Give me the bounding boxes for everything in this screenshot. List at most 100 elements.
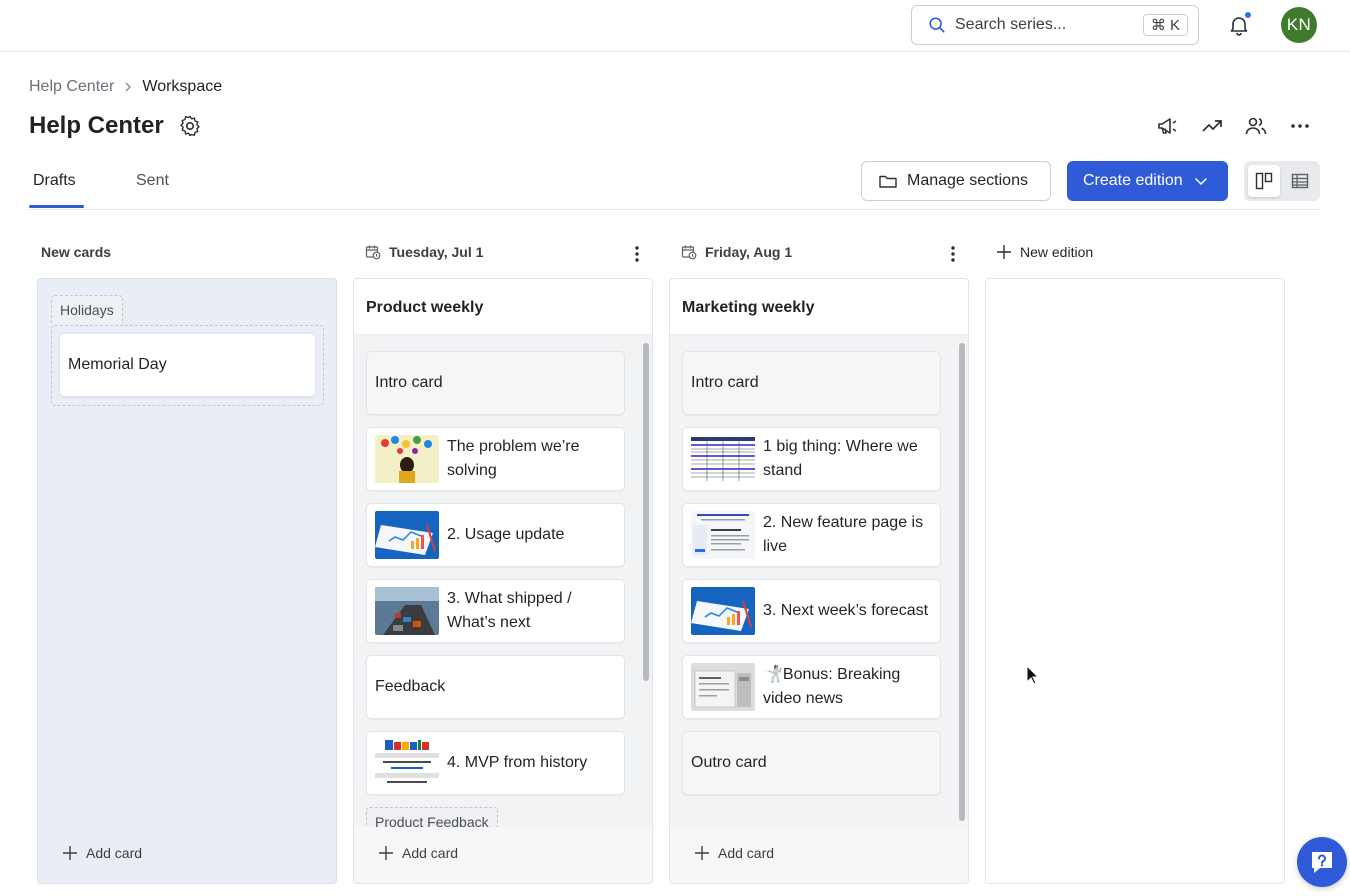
table-view-button[interactable] bbox=[1284, 165, 1316, 197]
breadcrumb-parent[interactable]: Help Center bbox=[29, 78, 114, 96]
card-title: 4. MVP from history bbox=[447, 754, 588, 771]
board-view-icon bbox=[1255, 172, 1273, 190]
add-card-button[interactable]: Add card bbox=[62, 845, 142, 861]
card-thumbnail bbox=[691, 511, 755, 559]
edition-lane-product-weekly: Product weekly Intro card The problem we… bbox=[353, 278, 653, 884]
mouse-cursor-icon bbox=[1026, 665, 1040, 685]
card-title: 🤺Bonus: Breaking video news bbox=[763, 666, 901, 707]
scrollbar[interactable] bbox=[643, 343, 649, 821]
more-horizontal-icon[interactable] bbox=[1288, 114, 1312, 138]
card-thumbnail bbox=[375, 435, 439, 483]
card-forecast[interactable]: 3. Next week’s forecast bbox=[682, 579, 941, 643]
breadcrumb-current: Workspace bbox=[142, 78, 223, 95]
calendar-clock-icon bbox=[365, 245, 381, 260]
chevron-down-icon bbox=[1194, 177, 1207, 186]
search-input[interactable]: Search series... ⌘ K bbox=[911, 5, 1199, 45]
plus-icon bbox=[63, 846, 77, 860]
edition-title[interactable]: Marketing weekly bbox=[670, 279, 968, 335]
plus-icon bbox=[379, 846, 393, 860]
table-view-icon bbox=[1291, 173, 1309, 189]
edition-title[interactable]: Product weekly bbox=[354, 279, 652, 335]
card-thumbnail bbox=[691, 435, 755, 483]
card-problem[interactable]: The problem we’re solving bbox=[366, 427, 625, 491]
view-toggle bbox=[1244, 161, 1320, 201]
add-card-label: Add card bbox=[86, 845, 143, 861]
edition-card-list: Intro card 1 big thing: Where we stand 2… bbox=[670, 335, 968, 827]
column-title: New cards bbox=[41, 244, 112, 260]
manage-sections-button[interactable]: Manage sections bbox=[861, 161, 1051, 201]
folder-icon bbox=[879, 175, 897, 188]
active-tab-indicator bbox=[29, 205, 84, 208]
add-card-button[interactable]: Add card bbox=[694, 845, 774, 861]
manage-sections-label: Manage sections bbox=[907, 172, 1028, 189]
edition-lane-marketing-weekly: Marketing weekly Intro card 1 big thing:… bbox=[669, 278, 969, 884]
card-title: Intro card bbox=[691, 374, 759, 391]
board-view-button[interactable] bbox=[1248, 165, 1280, 197]
add-card-button[interactable]: Add card bbox=[378, 845, 458, 861]
scroll-thumb[interactable] bbox=[959, 343, 965, 821]
card-thumbnail bbox=[691, 663, 755, 711]
card-intro[interactable]: Intro card bbox=[682, 351, 941, 415]
search-icon bbox=[929, 17, 945, 33]
plus-icon bbox=[997, 245, 1011, 259]
chevron-right-icon bbox=[125, 82, 132, 92]
card-thumbnail bbox=[375, 739, 439, 787]
add-card-label: Add card bbox=[718, 845, 775, 861]
new-edition-lane[interactable] bbox=[985, 278, 1285, 884]
card-bonus-video[interactable]: 🤺Bonus: Breaking video news bbox=[682, 655, 941, 719]
card-feedback[interactable]: Feedback bbox=[366, 655, 625, 719]
more-vertical-icon[interactable] bbox=[943, 244, 963, 264]
card-title: 2. New feature page is live bbox=[763, 514, 924, 555]
help-chat-icon bbox=[1312, 852, 1332, 873]
create-edition-label: Create edition bbox=[1083, 172, 1183, 189]
card-what-shipped[interactable]: 3. What shipped / What’s next bbox=[366, 579, 625, 643]
calendar-clock-icon bbox=[681, 245, 697, 260]
notification-dot bbox=[1244, 11, 1252, 19]
card-title: Feedback bbox=[375, 678, 446, 695]
avatar[interactable]: KN bbox=[1281, 7, 1317, 43]
card-memorial-day[interactable]: Memorial Day bbox=[59, 333, 316, 397]
card-title: 3. Next week’s forecast bbox=[763, 602, 929, 619]
card-title: The problem we’re solving bbox=[447, 438, 580, 479]
tab-sent[interactable]: Sent bbox=[136, 172, 169, 190]
group-label-holidays[interactable]: Holidays bbox=[51, 295, 123, 324]
megaphone-icon[interactable] bbox=[1156, 114, 1180, 138]
plus-icon bbox=[695, 846, 709, 860]
add-card-label: Add card bbox=[402, 845, 459, 861]
column-header-edition1[interactable]: Tuesday, Jul 1 bbox=[365, 244, 483, 260]
card-outro[interactable]: Outro card bbox=[682, 731, 941, 795]
card-thumbnail bbox=[375, 511, 439, 559]
people-icon[interactable] bbox=[1244, 114, 1268, 138]
group-label-product-feedback[interactable]: Product Feedback bbox=[366, 807, 498, 827]
card-mvp-history[interactable]: 4. MVP from history bbox=[366, 731, 625, 795]
card-title: 3. What shipped / What’s next bbox=[447, 590, 572, 631]
card-new-feature[interactable]: 2. New feature page is live bbox=[682, 503, 941, 567]
help-button[interactable] bbox=[1297, 837, 1347, 887]
tab-drafts[interactable]: Drafts bbox=[33, 172, 76, 190]
scroll-thumb[interactable] bbox=[643, 343, 649, 681]
edition-card-list: Intro card The problem we’re solving 2. … bbox=[354, 335, 652, 827]
scrollbar[interactable] bbox=[959, 343, 965, 821]
new-cards-lane: Holidays Memorial Day Add card bbox=[37, 278, 337, 884]
card-big-thing[interactable]: 1 big thing: Where we stand bbox=[682, 427, 941, 491]
gear-icon[interactable] bbox=[178, 114, 202, 138]
column-header-edition2[interactable]: Friday, Aug 1 bbox=[681, 244, 792, 260]
new-edition-button[interactable]: New edition bbox=[996, 244, 1093, 260]
column-header-new-cards: New cards bbox=[41, 244, 111, 260]
card-title: Intro card bbox=[375, 374, 443, 391]
edition-date: Friday, Aug 1 bbox=[705, 244, 793, 260]
card-thumbnail bbox=[375, 587, 439, 635]
card-title: Memorial Day bbox=[68, 356, 167, 373]
top-bar: Search series... ⌘ K KN bbox=[0, 0, 1350, 52]
edition-date: Tuesday, Jul 1 bbox=[389, 244, 484, 260]
card-title: 2. Usage update bbox=[447, 526, 565, 543]
card-title: 1 big thing: Where we stand bbox=[763, 438, 918, 479]
trending-up-icon[interactable] bbox=[1200, 114, 1224, 138]
card-intro[interactable]: Intro card bbox=[366, 351, 625, 415]
card-title: Outro card bbox=[691, 754, 767, 771]
search-placeholder: Search series... bbox=[955, 16, 1067, 33]
card-usage-update[interactable]: 2. Usage update bbox=[366, 503, 625, 567]
create-edition-button[interactable]: Create edition bbox=[1067, 161, 1228, 201]
new-edition-label: New edition bbox=[1020, 244, 1094, 260]
more-vertical-icon[interactable] bbox=[627, 244, 647, 264]
